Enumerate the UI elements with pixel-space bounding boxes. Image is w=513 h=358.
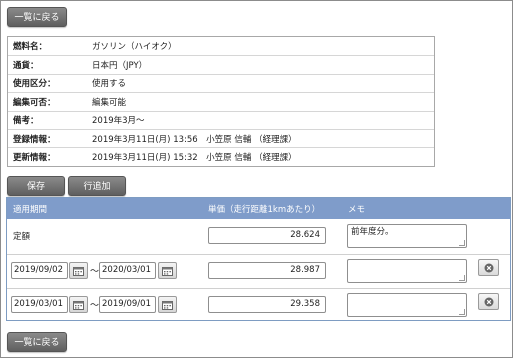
info-row-currency: 通貨： 日本円（JPY） <box>8 55 434 73</box>
header-period: 適用期間 <box>13 205 48 215</box>
delete-circle-x-icon <box>484 297 493 306</box>
info-row-fuel-name: 燃料名： ガソリン（ハイオク） <box>8 37 434 55</box>
amount-input[interactable]: 28.987 <box>208 262 326 279</box>
info-label: 編集可否： <box>13 97 56 108</box>
unit-price-table-header: 適用期間 単価（走行距離1kmあたり） メモ <box>7 198 510 219</box>
info-label: 備考： <box>13 116 39 127</box>
info-row-editable: 編集可否： 編集可能 <box>8 92 434 110</box>
amount-input[interactable]: 28.624 <box>208 227 326 244</box>
range-separator: ～ <box>90 267 100 277</box>
header-memo: メモ <box>348 205 366 215</box>
calendar-button[interactable] <box>158 296 177 313</box>
range-separator: ～ <box>90 301 100 311</box>
rate-row: 2019/09/02 ～ 2020/03/01 28.987 <box>7 254 510 288</box>
info-label: 使用区分： <box>13 79 56 90</box>
memo-textarea[interactable] <box>347 259 467 283</box>
info-row-usage: 使用区分： 使用する <box>8 73 434 92</box>
add-row-button[interactable]: 行追加 <box>68 176 126 196</box>
calendar-button[interactable] <box>69 296 88 313</box>
calendar-icon <box>162 266 173 276</box>
info-value: ガソリン（ハイオク） <box>92 42 177 53</box>
delete-circle-x-icon <box>484 263 493 272</box>
info-label: 登録情報： <box>13 134 56 145</box>
rate-row: 2019/03/01 ～ 2019/09/01 29.358 <box>7 288 510 321</box>
delete-row-button[interactable] <box>478 259 499 276</box>
calendar-icon <box>73 266 84 276</box>
info-value: 2019年3月11日(月) 13:56 小笠原 信輔 （経理課） <box>92 134 297 145</box>
info-label: 通貨： <box>13 61 39 72</box>
end-date-input[interactable]: 2019/09/01 <box>99 296 156 313</box>
memo-textarea[interactable] <box>347 293 467 317</box>
info-value: 2019年3月～ <box>92 116 145 127</box>
memo-textarea[interactable]: 前年度分。 <box>347 224 467 248</box>
delete-row-button[interactable] <box>478 293 499 310</box>
start-date-input[interactable]: 2019/09/02 <box>11 262 68 279</box>
info-label: 燃料名： <box>13 42 48 53</box>
amount-input[interactable]: 29.358 <box>208 296 326 313</box>
end-date-input[interactable]: 2020/03/01 <box>99 262 156 279</box>
info-value: 編集可能 <box>92 97 127 108</box>
info-value: 使用する <box>92 79 127 90</box>
window-frame: 一覧に戻る 燃料名： ガソリン（ハイオク） 通貨： 日本円（JPY） 使用区分：… <box>0 0 513 358</box>
info-value: 2019年3月11日(月) 15:32 小笠原 信輔 （経理課） <box>92 153 297 164</box>
fuel-info-table: 燃料名： ガソリン（ハイオク） 通貨： 日本円（JPY） 使用区分： 使用する … <box>7 36 435 167</box>
calendar-icon <box>162 300 173 310</box>
info-row-updated: 更新情報： 2019年3月11日(月) 15:32 小笠原 信輔 （経理課） <box>8 147 434 165</box>
back-to-list-button-top[interactable]: 一覧に戻る <box>7 7 67 27</box>
info-row-remarks: 備考： 2019年3月～ <box>8 110 434 129</box>
calendar-icon <box>73 300 84 310</box>
back-to-list-button-bottom[interactable]: 一覧に戻る <box>7 332 67 352</box>
save-button[interactable]: 保存 <box>7 176 65 196</box>
info-row-registered: 登録情報： 2019年3月11日(月) 13:56 小笠原 信輔 （経理課） <box>8 128 434 147</box>
calendar-button[interactable] <box>69 262 88 279</box>
info-label: 更新情報： <box>13 153 56 164</box>
info-value: 日本円（JPY） <box>92 61 148 72</box>
header-unit-price: 単価（走行距離1kmあたり） <box>208 205 321 215</box>
fixed-rate-label: 定額 <box>13 232 31 242</box>
unit-price-table: 適用期間 単価（走行距離1kmあたり） メモ 定額 28.624 前年度分。 2… <box>6 197 511 321</box>
start-date-input[interactable]: 2019/03/01 <box>11 296 68 313</box>
calendar-button[interactable] <box>158 262 177 279</box>
fixed-rate-row: 定額 28.624 前年度分。 <box>7 219 510 254</box>
